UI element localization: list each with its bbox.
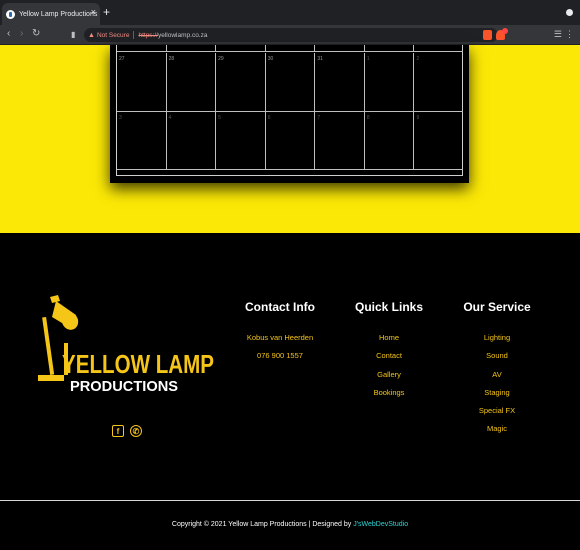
site-favicon-icon bbox=[6, 9, 15, 19]
tab-title: Yellow Lamp Productions bbox=[19, 10, 98, 18]
calendar-day[interactable]: 3 bbox=[117, 112, 166, 170]
social-links: f ✆ bbox=[112, 425, 142, 437]
calendar-cell bbox=[165, 45, 216, 52]
browser-menu-icon[interactable]: ⋮ bbox=[565, 29, 574, 40]
service-staging[interactable]: Staging bbox=[457, 388, 537, 406]
calendar-week-row: 3 4 5 6 7 8 9 bbox=[117, 112, 464, 170]
link-bookings[interactable]: Bookings bbox=[349, 388, 429, 406]
calendar-day[interactable]: 7 bbox=[314, 112, 364, 170]
service-lighting[interactable]: Lighting bbox=[457, 333, 537, 351]
omnibox-divider bbox=[133, 31, 135, 39]
booking-calendar: 27 28 29 30 31 1 2 3 4 5 6 7 8 9 bbox=[110, 45, 469, 183]
link-home[interactable]: Home bbox=[349, 333, 429, 351]
calendar-day[interactable]: 4 bbox=[165, 112, 216, 170]
calendar-day[interactable]: 29 bbox=[215, 53, 265, 112]
contact-name: Kobus van Heerden bbox=[246, 333, 314, 342]
yellow-lamp-logo[interactable]: YELLOW LAMP PRODUCTIONS bbox=[36, 295, 220, 400]
our-service-heading: Our Service bbox=[463, 300, 531, 314]
calendar-cell bbox=[363, 45, 414, 52]
calendar-cell bbox=[314, 45, 364, 52]
logo-text-line1: YELLOW LAMP bbox=[62, 349, 214, 379]
calendar-row-partial bbox=[117, 45, 464, 52]
our-service-column: Our Service Lighting Sound AV Staging Sp… bbox=[457, 300, 537, 443]
reading-list-icon[interactable]: ☰ bbox=[554, 29, 562, 40]
copyright-bar: Copyright © 2021 Yellow Lamp Productions… bbox=[0, 521, 580, 528]
url-scheme: https:// bbox=[138, 31, 158, 39]
calendar-day[interactable]: 1 bbox=[363, 53, 414, 112]
whatsapp-icon[interactable]: ✆ bbox=[130, 425, 142, 437]
quick-links-column: Quick Links Home Contact Gallery Booking… bbox=[349, 300, 429, 406]
new-tab-button[interactable]: + bbox=[103, 5, 110, 19]
calendar-day[interactable]: 9 bbox=[413, 112, 464, 170]
brave-shields-icon[interactable] bbox=[483, 30, 492, 40]
designer-link[interactable]: J'sWebDevStudio bbox=[353, 521, 408, 528]
address-bar[interactable]: ▲ Not Secure https:// yellowlamp.co.za bbox=[84, 28, 498, 42]
logo-text-line2: PRODUCTIONS bbox=[70, 378, 178, 395]
calendar-day[interactable]: 8 bbox=[363, 112, 414, 170]
browser-tab[interactable]: Yellow Lamp Productions × bbox=[2, 3, 100, 25]
calendar-cell bbox=[264, 45, 315, 52]
bookmark-icon[interactable]: ▮ bbox=[71, 29, 75, 41]
calendar-day[interactable]: 27 bbox=[117, 53, 166, 112]
calendar-day[interactable]: 30 bbox=[264, 53, 315, 112]
profile-icon[interactable] bbox=[566, 9, 573, 16]
facebook-icon[interactable]: f bbox=[112, 425, 124, 437]
calendar-day[interactable]: 6 bbox=[264, 112, 315, 170]
link-contact[interactable]: Contact bbox=[349, 351, 429, 369]
calendar-day[interactable]: 31 bbox=[314, 53, 364, 112]
reload-icon[interactable]: ↻ bbox=[32, 28, 40, 40]
service-av[interactable]: AV bbox=[457, 370, 537, 388]
back-icon[interactable]: ‹ bbox=[7, 28, 10, 40]
forward-icon[interactable]: › bbox=[20, 28, 23, 40]
url-host: yellowlamp.co.za bbox=[157, 31, 208, 39]
service-sound[interactable]: Sound bbox=[457, 351, 537, 369]
security-status[interactable]: Not Secure bbox=[97, 32, 130, 39]
copyright-text: Copyright © 2021 Yellow Lamp Productions… bbox=[171, 521, 354, 528]
quick-links-heading: Quick Links bbox=[354, 300, 424, 314]
calendar-grid: 27 28 29 30 31 1 2 3 4 5 6 7 8 9 bbox=[116, 45, 464, 176]
contact-phone[interactable]: 076 900 1557 bbox=[240, 351, 320, 369]
contact-info-column: Contact Info Kobus van Heerden 076 900 1… bbox=[240, 300, 320, 370]
site-footer: YELLOW LAMP PRODUCTIONS f ✆ Contact Info… bbox=[0, 235, 580, 550]
calendar-week-row: 27 28 29 30 31 1 2 bbox=[117, 53, 464, 112]
browser-tab-bar: Yellow Lamp Productions × + bbox=[0, 0, 580, 25]
tab-close-icon[interactable]: × bbox=[91, 7, 96, 17]
rewards-badge bbox=[502, 28, 508, 34]
calendar-day[interactable]: 5 bbox=[215, 112, 265, 170]
service-special-fx[interactable]: Special FX bbox=[457, 406, 537, 424]
warning-icon: ▲ bbox=[88, 31, 95, 39]
link-gallery[interactable]: Gallery bbox=[349, 370, 429, 388]
calendar-cell bbox=[215, 45, 265, 52]
service-magic[interactable]: Magic bbox=[457, 424, 537, 442]
calendar-day[interactable]: 2 bbox=[413, 53, 464, 112]
calendar-cell bbox=[117, 45, 166, 52]
calendar-cell bbox=[413, 45, 464, 52]
footer-divider bbox=[0, 500, 580, 501]
calendar-day[interactable]: 28 bbox=[165, 53, 216, 112]
browser-toolbar: ‹ › ↻ ▮ ▲ Not Secure https:// yellowlamp… bbox=[0, 25, 580, 45]
contact-info-heading: Contact Info bbox=[245, 300, 315, 314]
